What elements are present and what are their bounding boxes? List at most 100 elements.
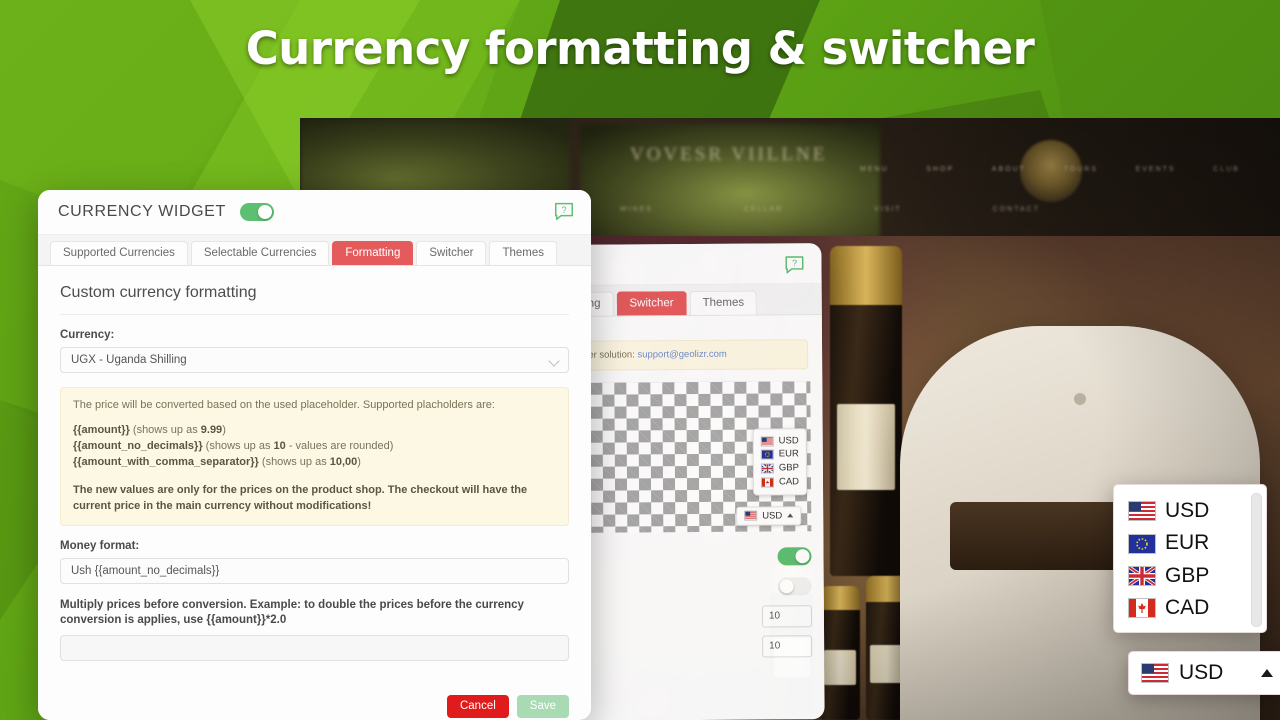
currency-option-usd[interactable]: USD — [1114, 495, 1266, 527]
caret-up-icon — [787, 513, 794, 518]
tab-supported-currencies[interactable]: Supported Currencies — [50, 240, 188, 265]
currency-widget-panel: CURRENCY WIDGET ? Supported Currencies S… — [38, 190, 591, 720]
screenshot-stage: VOVESR VIILLNE MENU SHOP ABOUT TOURS EVENTS C… — [0, 0, 1280, 720]
currency-switcher-current[interactable]: USD — [1128, 651, 1280, 695]
current-currency-label: USD — [1179, 661, 1224, 684]
flag-eu-icon — [1128, 533, 1156, 554]
preview-list-item: GBP — [760, 462, 799, 476]
placeholder-post: ) — [357, 455, 361, 468]
flag-gb-icon — [1128, 565, 1156, 586]
placeholder-token: {{amount_no_decimals}} — [73, 439, 203, 452]
money-format-value: Ush {{amount_no_decimals}} — [71, 564, 220, 577]
switcher-preview-canvas: USD EUR GBP CAD USD — [578, 380, 812, 533]
flag-eu-icon — [760, 449, 774, 460]
placeholder-token: {{amount}} — [73, 423, 130, 436]
preview-currency-list[interactable]: USD EUR GBP CAD — [752, 427, 808, 496]
page-headline: Currency formatting & switcher — [245, 22, 1035, 75]
tab-formatting[interactable]: Formatting — [332, 240, 414, 265]
flag-us-icon — [744, 510, 758, 521]
flag-us-icon — [1141, 663, 1169, 683]
preview-list-item: USD — [760, 434, 799, 448]
panel-tabs: Supported Currencies Selectable Currenci… — [38, 235, 591, 266]
help-speech-bubble-icon[interactable]: ? — [553, 200, 575, 222]
preview-list-item: CAD — [760, 475, 800, 489]
save-button[interactable]: Save — [516, 694, 569, 719]
hero-store-name: VOVESR VIILLNE — [630, 144, 828, 165]
preview-code: EUR — [778, 448, 799, 460]
placeholder-value: 10 — [273, 439, 286, 452]
form-actions: Cancel Save — [60, 694, 569, 720]
currency-option-cad[interactable]: CAD — [1114, 592, 1266, 624]
preview-current-code: USD — [762, 510, 783, 522]
multiplier-input[interactable] — [60, 634, 569, 661]
placeholder-value: 9.99 — [200, 423, 223, 436]
flag-gb-icon — [760, 463, 774, 474]
support-email-link[interactable]: support@geolizr.com — [637, 349, 726, 361]
tab-selectable-currencies[interactable]: Selectable Currencies — [190, 240, 330, 265]
svg-text:?: ? — [792, 258, 797, 268]
flag-us-icon — [1128, 501, 1156, 522]
currency-option-label: EUR — [1165, 531, 1210, 555]
money-format-input[interactable]: Ush {{amount_no_decimals}} — [60, 557, 569, 584]
section-title: Custom currency formatting — [60, 284, 569, 315]
currency-option-label: GBP — [1165, 563, 1210, 587]
placeholder-post: - values are rounded) — [285, 439, 394, 452]
cancel-button[interactable]: Cancel — [446, 694, 509, 719]
caret-up-icon — [1261, 669, 1273, 677]
placeholder-pre: (shows up as — [202, 439, 274, 452]
currency-option-label: USD — [1165, 499, 1210, 522]
vine-leaf-right — [580, 124, 880, 239]
setting-toggle-1[interactable] — [777, 546, 812, 566]
preview-code: CAD — [778, 476, 800, 488]
multiplier-label: Multiply prices before conversion. Examp… — [60, 598, 524, 627]
hero-nav-bottom: WINES CELLAR VISIT CONTACT — [620, 206, 1040, 213]
currency-switcher-dropdown[interactable]: USD EUR GBP CAD — [1113, 484, 1267, 634]
secondary-panel-header: ? — [571, 243, 822, 286]
secondary-panel-tabs: ...atting Switcher Themes — [571, 284, 822, 317]
placeholder-value: 10,00 — [329, 455, 358, 468]
currency-label: Currency: — [60, 329, 115, 341]
wine-bottle-3 — [820, 586, 860, 720]
control-row-number-2: 10 — [580, 631, 813, 663]
control-row-toggle-off — [580, 571, 812, 603]
preview-current-currency[interactable]: USD — [736, 506, 802, 526]
setting-number-2[interactable]: 10 — [762, 634, 813, 658]
preview-code: USD — [778, 434, 799, 447]
notice-warning: The new values are only for the prices o… — [73, 483, 528, 512]
flag-ca-icon — [760, 477, 774, 488]
currency-widget-panel-secondary: ? ...atting Switcher Themes ...her solut… — [571, 243, 825, 720]
dropdown-scrollbar-thumb[interactable] — [1251, 493, 1262, 627]
control-row-toggle-on — [579, 541, 812, 573]
secondary-support-notice: ...her solution: support@geolizr.com — [571, 339, 809, 371]
currency-option-label: CAD — [1165, 596, 1210, 620]
preview-list-item: EUR — [760, 448, 799, 462]
notice-intro: The price will be converted based on the… — [73, 399, 495, 411]
placeholder-post: ) — [222, 423, 226, 436]
setting-toggle-2[interactable] — [777, 576, 812, 596]
widget-enabled-toggle[interactable] — [239, 203, 274, 221]
switcher-control-rows: 10 10 — [579, 531, 813, 663]
money-format-label: Money format: — [60, 539, 140, 552]
control-row-number-1: 10 — [580, 601, 813, 633]
wine-bottle-1 — [830, 246, 902, 576]
panel-body: Custom currency formatting Currency: UGX… — [38, 266, 591, 720]
preview-code: GBP — [778, 462, 799, 474]
flag-us-icon — [760, 436, 774, 447]
flag-ca-icon — [1128, 598, 1156, 619]
tab-themes[interactable]: Themes — [489, 240, 558, 265]
currency-option-eur[interactable]: EUR — [1114, 527, 1266, 559]
panel-header: CURRENCY WIDGET ? — [38, 190, 591, 235]
help-speech-bubble-icon[interactable]: ? — [783, 253, 805, 275]
placeholder-line: {{amount}} (shows up as 9.99) — [73, 423, 556, 439]
placeholder-line: {{amount_no_decimals}} (shows up as 10 -… — [73, 439, 556, 455]
tab-themes[interactable]: Themes — [689, 290, 758, 316]
page-title: CURRENCY WIDGET — [58, 203, 226, 220]
tab-switcher[interactable]: Switcher — [416, 240, 487, 265]
setting-number-1[interactable]: 10 — [761, 604, 813, 628]
currency-select[interactable]: UGX - Uganda Shilling — [60, 347, 569, 373]
tab-switcher[interactable]: Switcher — [616, 290, 687, 316]
currency-option-gbp[interactable]: GBP — [1114, 560, 1266, 592]
svg-text:?: ? — [561, 205, 566, 215]
currency-select-value: UGX - Uganda Shilling — [71, 354, 187, 366]
placeholder-line: {{amount_with_comma_separator}} (shows u… — [73, 455, 556, 471]
